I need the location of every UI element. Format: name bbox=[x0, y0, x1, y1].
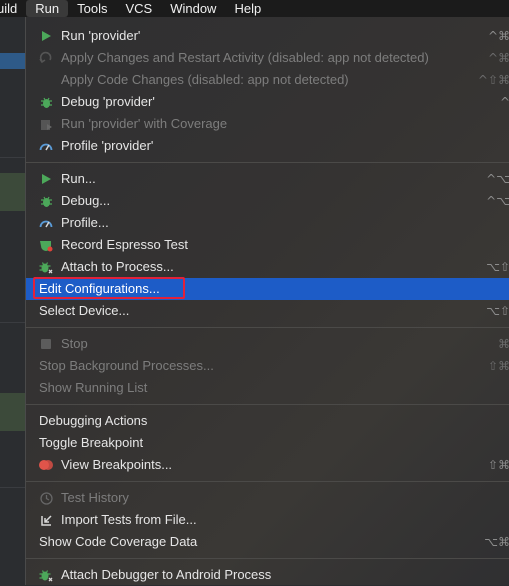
ide-background-panel bbox=[0, 17, 25, 585]
menu-item-debug-provider[interactable]: Debug 'provider' ^ bbox=[26, 91, 509, 113]
menu-item-label: Attach to Process... bbox=[61, 259, 174, 274]
menu-item-shortcut: ⌥⇧ bbox=[486, 260, 509, 274]
menu-separator bbox=[26, 558, 509, 559]
ide-highlight-block bbox=[0, 393, 25, 431]
menu-item-shortcut: ⇧⌘ bbox=[487, 458, 509, 472]
menu-item-label: Profile 'provider' bbox=[61, 138, 154, 153]
menu-item-run-with-coverage[interactable]: Run 'provider' with Coverage bbox=[26, 113, 509, 135]
menu-item-label: Show Code Coverage Data bbox=[39, 534, 198, 549]
menu-item-label: Run 'provider' with Coverage bbox=[61, 116, 228, 131]
menu-item-shortcut: ⌥⇧ bbox=[486, 304, 509, 318]
menu-item-label: Record Espresso Test bbox=[61, 237, 188, 252]
menu-item-shortcut: ^⌘ bbox=[487, 29, 509, 43]
stop-icon bbox=[39, 337, 53, 351]
menu-separator bbox=[26, 481, 509, 482]
menu-item-label: Debugging Actions bbox=[39, 413, 148, 428]
menu-item-label: Debug 'provider' bbox=[61, 94, 155, 109]
menu-item-shortcut: ^⌥ bbox=[486, 194, 509, 208]
menu-item-shortcut: ^⇧⌘ bbox=[477, 73, 509, 87]
menu-item-view-breakpoints[interactable]: View Breakpoints... ⇧⌘ bbox=[26, 454, 509, 476]
attach-bug-icon bbox=[39, 568, 53, 582]
menu-item-label: Apply Changes and Restart Activity (disa… bbox=[61, 50, 429, 65]
menu-item-profile-provider[interactable]: Profile 'provider' bbox=[26, 135, 509, 157]
play-icon bbox=[39, 29, 53, 43]
menu-item-test-history[interactable]: Test History bbox=[26, 487, 509, 509]
menu-item-attach-debugger-android[interactable]: Attach Debugger to Android Process bbox=[26, 564, 509, 586]
clock-history-icon bbox=[39, 491, 53, 505]
menu-item-debugging-actions[interactable]: Debugging Actions bbox=[26, 410, 509, 432]
menu-item-profile-ellipsis[interactable]: Profile... bbox=[26, 212, 509, 234]
menu-item-stop-background-processes[interactable]: Stop Background Processes... ⇧⌘ bbox=[26, 355, 509, 377]
menu-item-apply-code-changes[interactable]: Apply Code Changes (disabled: app not de… bbox=[26, 69, 509, 91]
menu-item-label: Apply Code Changes (disabled: app not de… bbox=[61, 72, 349, 87]
menu-item-shortcut: ⌥⌘ bbox=[484, 535, 509, 549]
debug-bug-icon bbox=[39, 194, 53, 208]
menu-item-record-espresso-test[interactable]: Record Espresso Test bbox=[26, 234, 509, 256]
ide-selected-row bbox=[0, 53, 25, 69]
menu-item-attach-to-process[interactable]: Attach to Process... ⌥⇧ bbox=[26, 256, 509, 278]
menu-item-shortcut: ⌘ bbox=[498, 337, 509, 351]
menu-item-label: Test History bbox=[61, 490, 129, 505]
menu-item-label: Run 'provider' bbox=[61, 28, 141, 43]
menubar-run[interactable]: Run bbox=[26, 0, 69, 17]
ide-divider bbox=[0, 322, 25, 323]
ide-divider bbox=[0, 487, 25, 488]
menu-item-label: Show Running List bbox=[39, 380, 148, 395]
menu-item-label: Attach Debugger to Android Process bbox=[61, 567, 272, 582]
menu-separator bbox=[26, 162, 509, 163]
menubar-window[interactable]: Window bbox=[161, 0, 225, 17]
menu-item-label: Run... bbox=[61, 171, 96, 186]
menu-item-label: Select Device... bbox=[39, 303, 130, 318]
coverage-icon bbox=[39, 117, 53, 131]
attach-bug-icon bbox=[39, 260, 53, 274]
menu-item-label: Stop Background Processes... bbox=[39, 358, 214, 373]
menubar-build[interactable]: uild bbox=[0, 0, 26, 17]
menu-item-shortcut: ^⌥ bbox=[486, 172, 509, 186]
menu-item-label: Profile... bbox=[61, 215, 109, 230]
run-menu-dropdown: Run 'provider' ^⌘ Apply Changes and Rest… bbox=[25, 17, 509, 585]
menu-item-select-device[interactable]: Select Device... ⌥⇧ bbox=[26, 300, 509, 322]
menu-item-run-provider[interactable]: Run 'provider' ^⌘ bbox=[26, 25, 509, 47]
play-icon bbox=[39, 172, 53, 186]
menu-item-show-code-coverage[interactable]: Show Code Coverage Data ⌥⌘ bbox=[26, 531, 509, 553]
menu-item-stop[interactable]: Stop ⌘ bbox=[26, 333, 509, 355]
menu-item-label: Toggle Breakpoint bbox=[39, 435, 144, 450]
menu-item-show-running-list[interactable]: Show Running List bbox=[26, 377, 509, 399]
menu-item-shortcut: ^⌘ bbox=[487, 51, 509, 65]
apply-changes-icon bbox=[39, 51, 53, 65]
breakpoints-icon bbox=[39, 458, 53, 472]
menu-item-label: Debug... bbox=[61, 193, 111, 208]
menu-item-toggle-breakpoint[interactable]: Toggle Breakpoint bbox=[26, 432, 509, 454]
menu-item-shortcut: ^ bbox=[499, 95, 509, 109]
menubar: uild Run Tools VCS Window Help bbox=[0, 0, 509, 17]
menu-item-label: Import Tests from File... bbox=[61, 512, 197, 527]
menu-item-label: View Breakpoints... bbox=[61, 457, 173, 472]
ide-highlight-block bbox=[0, 173, 25, 211]
menu-item-debug-ellipsis[interactable]: Debug... ^⌥ bbox=[26, 190, 509, 212]
menu-item-run-ellipsis[interactable]: Run... ^⌥ bbox=[26, 168, 509, 190]
menubar-vcs[interactable]: VCS bbox=[116, 0, 161, 17]
menu-item-import-tests[interactable]: Import Tests from File... bbox=[26, 509, 509, 531]
focus-highlight-box bbox=[33, 277, 185, 299]
menubar-help[interactable]: Help bbox=[225, 0, 270, 17]
menu-item-shortcut: ⇧⌘ bbox=[487, 359, 509, 373]
menu-item-label: Stop bbox=[61, 336, 88, 351]
ide-divider bbox=[0, 157, 25, 158]
profile-gauge-icon bbox=[39, 139, 53, 153]
record-espresso-icon bbox=[39, 238, 53, 252]
menubar-tools[interactable]: Tools bbox=[68, 0, 116, 17]
menu-item-apply-changes-restart[interactable]: Apply Changes and Restart Activity (disa… bbox=[26, 47, 509, 69]
import-tests-icon bbox=[39, 513, 53, 527]
menu-separator bbox=[26, 404, 509, 405]
menu-separator bbox=[26, 327, 509, 328]
profile-gauge-icon bbox=[39, 216, 53, 230]
debug-bug-icon bbox=[39, 95, 53, 109]
